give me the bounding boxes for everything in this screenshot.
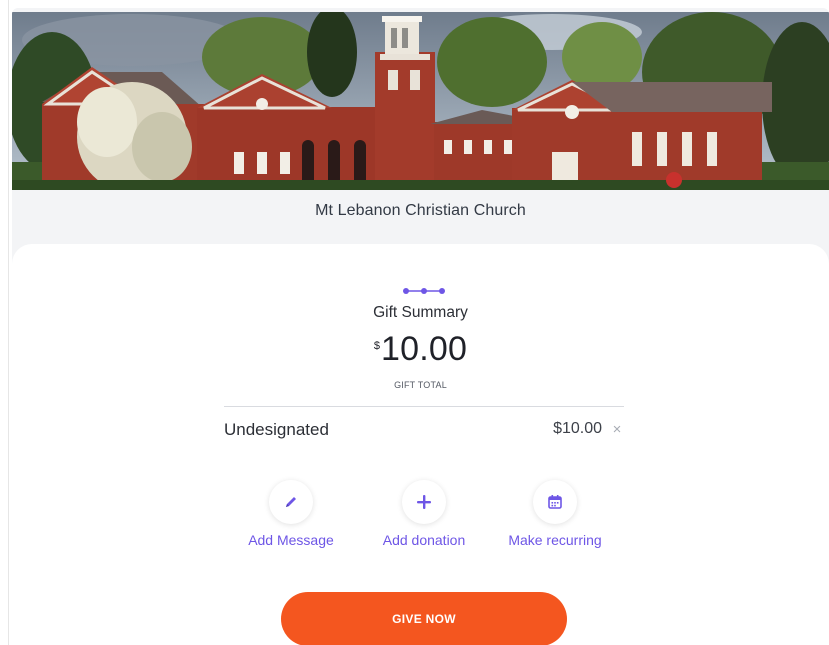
make-recurring-label[interactable]: Make recurring (485, 532, 625, 548)
add-message-icon-circle[interactable] (269, 480, 313, 524)
gift-total-amount: 10.00 (381, 330, 468, 368)
organization-name: Mt Lebanon Christian Church (315, 202, 526, 219)
giving-page: Mt Lebanon Christian Church Gift Summary… (0, 0, 829, 645)
divider (224, 406, 624, 407)
plus-icon (417, 495, 431, 509)
make-recurring-icon-circle[interactable] (533, 480, 577, 524)
add-donation-button[interactable]: Add donation (364, 476, 484, 556)
gift-total-label: GIFT TOTAL (394, 380, 447, 390)
gift-amount: $10.00 (12, 330, 829, 369)
fund-amount: $10.00 (553, 420, 602, 437)
gift-summary-card: Gift Summary $10.00 GIFT TOTAL Undesigna… (12, 244, 829, 645)
fund-row: Undesignated $10.00 × (224, 414, 624, 444)
window-edge-line (8, 0, 9, 645)
giving-form-container: Mt Lebanon Christian Church Gift Summary… (12, 8, 829, 645)
currency-symbol: $ (373, 340, 381, 352)
add-donation-label[interactable]: Add donation (354, 532, 494, 548)
close-icon[interactable]: × (610, 422, 624, 438)
make-recurring-button[interactable]: Make recurring (495, 476, 615, 556)
progress-dots-icon (403, 288, 445, 294)
fund-name: Undesignated (224, 420, 329, 439)
calendar-icon (548, 495, 562, 509)
church-hero-image (12, 12, 829, 190)
add-message-button[interactable]: Add Message (231, 476, 351, 556)
add-message-label[interactable]: Add Message (221, 532, 361, 548)
add-donation-icon-circle[interactable] (402, 480, 446, 524)
pencil-icon (286, 497, 296, 507)
give-now-button[interactable]: GIVE NOW (281, 592, 567, 645)
gift-summary-title: Gift Summary (373, 304, 468, 321)
